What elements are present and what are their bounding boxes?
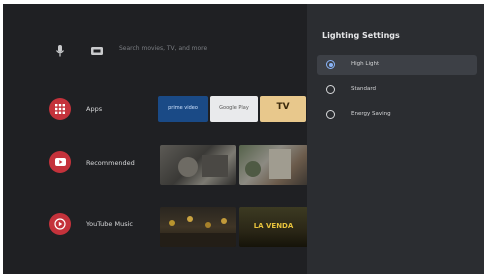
concert-thumbnail: [160, 216, 236, 247]
row-label-youtube-music: YouTube Music: [86, 220, 133, 228]
row-label-apps: Apps: [86, 105, 103, 113]
search-placeholder[interactable]: Search movies, TV, and more: [119, 45, 207, 52]
radio-unselected-icon[interactable]: [326, 85, 335, 94]
option-standard[interactable]: Standard: [317, 80, 477, 100]
microphone-icon[interactable]: [53, 43, 67, 59]
recommended-row: Recommended: [3, 139, 308, 189]
input-source-icon[interactable]: [90, 45, 104, 57]
row-label-recommended: Recommended: [86, 159, 135, 167]
music-video-2[interactable]: LA VENDA: [239, 207, 308, 247]
option-energy-saving[interactable]: Energy Saving: [317, 105, 477, 125]
prime-video-label: prime video: [168, 105, 198, 111]
youtube-music-row: YouTube Music LA VENDA: [3, 199, 308, 249]
option-label-energy-saving: Energy Saving: [351, 111, 391, 117]
prime-video-tile[interactable]: prime video: [158, 96, 208, 122]
lighting-settings-panel: Lighting Settings High Light Standard En…: [307, 4, 484, 274]
google-play-label: Google Play: [219, 105, 249, 111]
home-screen: Search movies, TV, and more Apps prime v…: [3, 4, 308, 274]
tv-screen: Search movies, TV, and more Apps prime v…: [3, 4, 484, 274]
video-thumbnail-1: [178, 155, 228, 177]
tv-app-tile[interactable]: TV: [260, 96, 306, 122]
panel-title: Lighting Settings: [322, 31, 400, 40]
recommended-video-1[interactable]: [160, 145, 236, 185]
google-play-tile[interactable]: Google Play: [210, 96, 258, 122]
radio-unselected-icon[interactable]: [326, 110, 335, 119]
radio-selected-icon[interactable]: [326, 60, 335, 69]
search-bar[interactable]: Search movies, TV, and more: [53, 41, 303, 61]
option-label-standard: Standard: [351, 86, 377, 92]
youtube-icon[interactable]: [49, 151, 71, 173]
apps-grid-icon[interactable]: [49, 98, 71, 120]
option-label-high-light: High Light: [351, 61, 380, 67]
apps-row: Apps prime video Google Play TV: [3, 84, 308, 134]
tv-app-label: TV: [276, 102, 290, 112]
video-thumbnail-2: [245, 149, 291, 179]
music-video-2-caption: LA VENDA: [253, 222, 294, 230]
music-video-1[interactable]: [160, 207, 236, 247]
youtube-music-icon[interactable]: [49, 213, 71, 235]
option-high-light[interactable]: High Light: [317, 55, 477, 75]
recommended-video-2[interactable]: [239, 145, 308, 185]
